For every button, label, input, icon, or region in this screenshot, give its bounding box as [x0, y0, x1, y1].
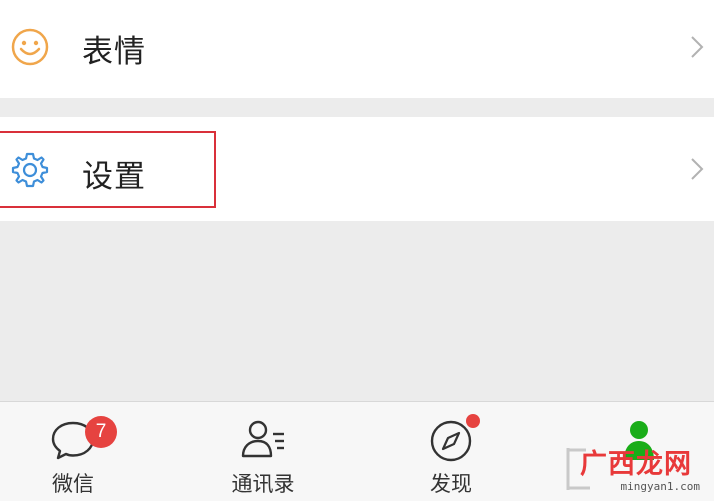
site-watermark: 广西龙网 mingyan1.com [556, 438, 706, 498]
chevron-right-icon [691, 158, 704, 180]
wechat-me-screen: 表情 设置 7 微信 通讯录 发现 广西龙网 mingyan1.com [0, 0, 714, 501]
bottom-tab-bar: 7 微信 通讯录 发现 广西龙网 mingyan1.com [0, 401, 714, 501]
menu-item-stickers[interactable]: 表情 [0, 0, 714, 98]
settings-highlight-box [0, 131, 216, 208]
menu-item-label: 表情 [82, 34, 146, 70]
unread-badge: 7 [85, 416, 117, 448]
tab-label: 发现 [430, 472, 472, 496]
tab-label: 微信 [52, 472, 94, 496]
watermark-url: mingyan1.com [620, 480, 700, 493]
contacts-icon [241, 420, 284, 458]
tab-chats[interactable]: 7 微信 [0, 402, 146, 501]
chevron-right-icon [691, 36, 704, 58]
tab-discover[interactable]: 发现 [378, 402, 524, 501]
tab-label: 通讯录 [231, 472, 295, 496]
new-content-dot [466, 414, 480, 428]
smiley-icon [11, 28, 49, 66]
tab-contacts[interactable]: 通讯录 [190, 402, 336, 501]
watermark-brand: 广西龙网 [580, 449, 692, 480]
